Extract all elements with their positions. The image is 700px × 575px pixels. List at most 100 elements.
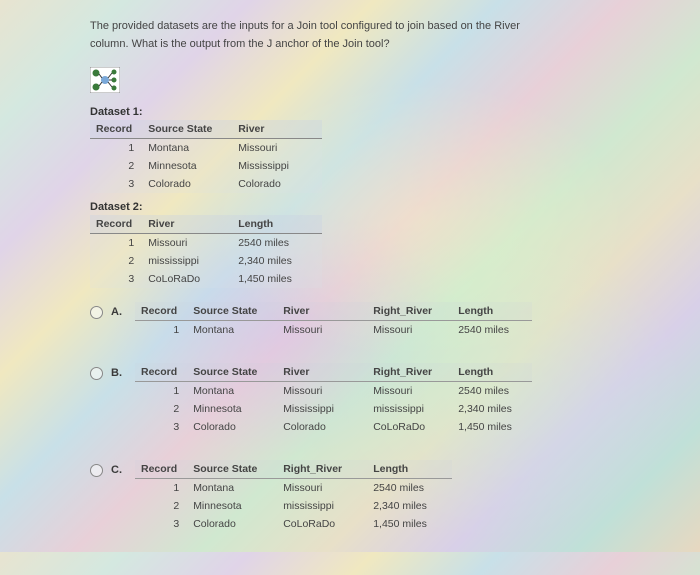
col-river: River: [232, 120, 322, 139]
option-b-table: Record Source State River Right_River Le…: [135, 363, 532, 436]
cell-source-state: Montana: [142, 139, 232, 158]
cell-source-state: Minnesota: [142, 157, 232, 175]
option-label-c: C.: [111, 464, 127, 476]
cell-record: 2: [135, 497, 187, 515]
table-header-row: Record Source State River: [90, 120, 322, 139]
col-source-state: Source State: [187, 363, 277, 382]
col-length: Length: [452, 363, 532, 382]
cell-length: 2540 miles: [452, 382, 532, 401]
question-line2: column. What is the output from the J an…: [90, 38, 390, 50]
table-row: 1 Montana Missouri 2540 miles: [135, 479, 452, 498]
col-source-state: Source State: [187, 302, 277, 321]
cell-record: 3: [135, 418, 187, 436]
cell-river: Missouri: [232, 139, 322, 158]
dataset1-label: Dataset 1:: [90, 106, 610, 118]
cell-right-river: mississippi: [277, 497, 367, 515]
option-c-table: Record Source State Right_River Length 1…: [135, 460, 452, 533]
cell-river: CoLoRaDo: [142, 270, 232, 288]
col-record: Record: [135, 363, 187, 382]
table-row: 1 Montana Missouri Missouri 2540 miles: [135, 382, 532, 401]
question-line1: The provided datasets are the inputs for…: [90, 20, 520, 32]
join-tool-icon: [90, 67, 120, 93]
table-row: 2 Minnesota Mississippi: [90, 157, 322, 175]
col-river: River: [277, 302, 367, 321]
col-record: Record: [135, 460, 187, 479]
cell-right-river: CoLoRaDo: [277, 515, 367, 533]
radio-icon[interactable]: [90, 306, 103, 319]
cell-record: 1: [90, 139, 142, 158]
table-row: 2 Minnesota mississippi 2,340 miles: [135, 497, 452, 515]
table-row: 1 Montana Missouri: [90, 139, 322, 158]
radio-icon[interactable]: [90, 464, 103, 477]
cell-river: Missouri: [142, 234, 232, 253]
col-source-state: Source State: [187, 460, 277, 479]
table-header-row: Record Source State Right_River Length: [135, 460, 452, 479]
cell-record: 3: [90, 175, 142, 193]
table-row: 3 Colorado CoLoRaDo 1,450 miles: [135, 515, 452, 533]
table-row: 3 Colorado Colorado: [90, 175, 322, 193]
col-record: Record: [135, 302, 187, 321]
col-length: Length: [232, 215, 322, 234]
cell-river: Missouri: [277, 321, 367, 340]
cell-river: Mississippi: [277, 400, 367, 418]
dataset2-table: Record River Length 1 Missouri 2540 mile…: [90, 215, 322, 288]
cell-source-state: Montana: [187, 321, 277, 340]
cell-record: 2: [90, 157, 142, 175]
cell-river: Mississippi: [232, 157, 322, 175]
cell-length: 1,450 miles: [367, 515, 452, 533]
col-length: Length: [452, 302, 532, 321]
cell-length: 2,340 miles: [367, 497, 452, 515]
table-row: 3 CoLoRaDo 1,450 miles: [90, 270, 322, 288]
option-b[interactable]: B. Record Source State River Right_River…: [90, 363, 610, 444]
cell-length: 2540 miles: [232, 234, 322, 253]
cell-source-state: Minnesota: [187, 497, 277, 515]
cell-source-state: Montana: [187, 479, 277, 498]
question-text: The provided datasets are the inputs for…: [90, 18, 610, 53]
cell-record: 2: [90, 252, 142, 270]
table-header-row: Record Source State River Right_River Le…: [135, 363, 532, 382]
cell-source-state: Colorado: [142, 175, 232, 193]
table-header-row: Record River Length: [90, 215, 322, 234]
cell-source-state: Colorado: [187, 418, 277, 436]
col-river: River: [277, 363, 367, 382]
col-record: Record: [90, 215, 142, 234]
col-length: Length: [367, 460, 452, 479]
cell-river: Colorado: [232, 175, 322, 193]
cell-right-river: CoLoRaDo: [367, 418, 452, 436]
cell-record: 2: [135, 400, 187, 418]
cell-river: mississippi: [142, 252, 232, 270]
table-header-row: Record Source State River Right_River Le…: [135, 302, 532, 321]
option-c[interactable]: C. Record Source State Right_River Lengt…: [90, 460, 610, 541]
radio-icon[interactable]: [90, 367, 103, 380]
option-a[interactable]: A. Record Source State River Right_River…: [90, 302, 610, 347]
cell-record: 1: [135, 321, 187, 340]
cell-source-state: Montana: [187, 382, 277, 401]
table-row: 2 mississippi 2,340 miles: [90, 252, 322, 270]
cell-record: 3: [90, 270, 142, 288]
cell-right-river: Missouri: [277, 479, 367, 498]
option-a-table: Record Source State River Right_River Le…: [135, 302, 532, 339]
cell-source-state: Minnesota: [187, 400, 277, 418]
table-row: 1 Montana Missouri Missouri 2540 miles: [135, 321, 532, 340]
cell-length: 2540 miles: [452, 321, 532, 340]
cell-record: 1: [90, 234, 142, 253]
col-record: Record: [90, 120, 142, 139]
cell-right-river: mississippi: [367, 400, 452, 418]
col-right-river: Right_River: [367, 363, 452, 382]
col-source-state: Source State: [142, 120, 232, 139]
cell-record: 3: [135, 515, 187, 533]
col-river: River: [142, 215, 232, 234]
cell-length: 1,450 miles: [452, 418, 532, 436]
table-row: 1 Missouri 2540 miles: [90, 234, 322, 253]
join-tool-icon-row: [90, 67, 610, 96]
option-label-a: A.: [111, 306, 127, 318]
cell-right-river: Missouri: [367, 382, 452, 401]
cell-record: 1: [135, 382, 187, 401]
table-row: 2 Minnesota Mississippi mississippi 2,34…: [135, 400, 532, 418]
cell-river: Colorado: [277, 418, 367, 436]
dataset1-table: Record Source State River 1 Montana Miss…: [90, 120, 322, 193]
cell-right-river: Missouri: [367, 321, 452, 340]
cell-river: Missouri: [277, 382, 367, 401]
option-label-b: B.: [111, 367, 127, 379]
col-right-river: Right_River: [367, 302, 452, 321]
